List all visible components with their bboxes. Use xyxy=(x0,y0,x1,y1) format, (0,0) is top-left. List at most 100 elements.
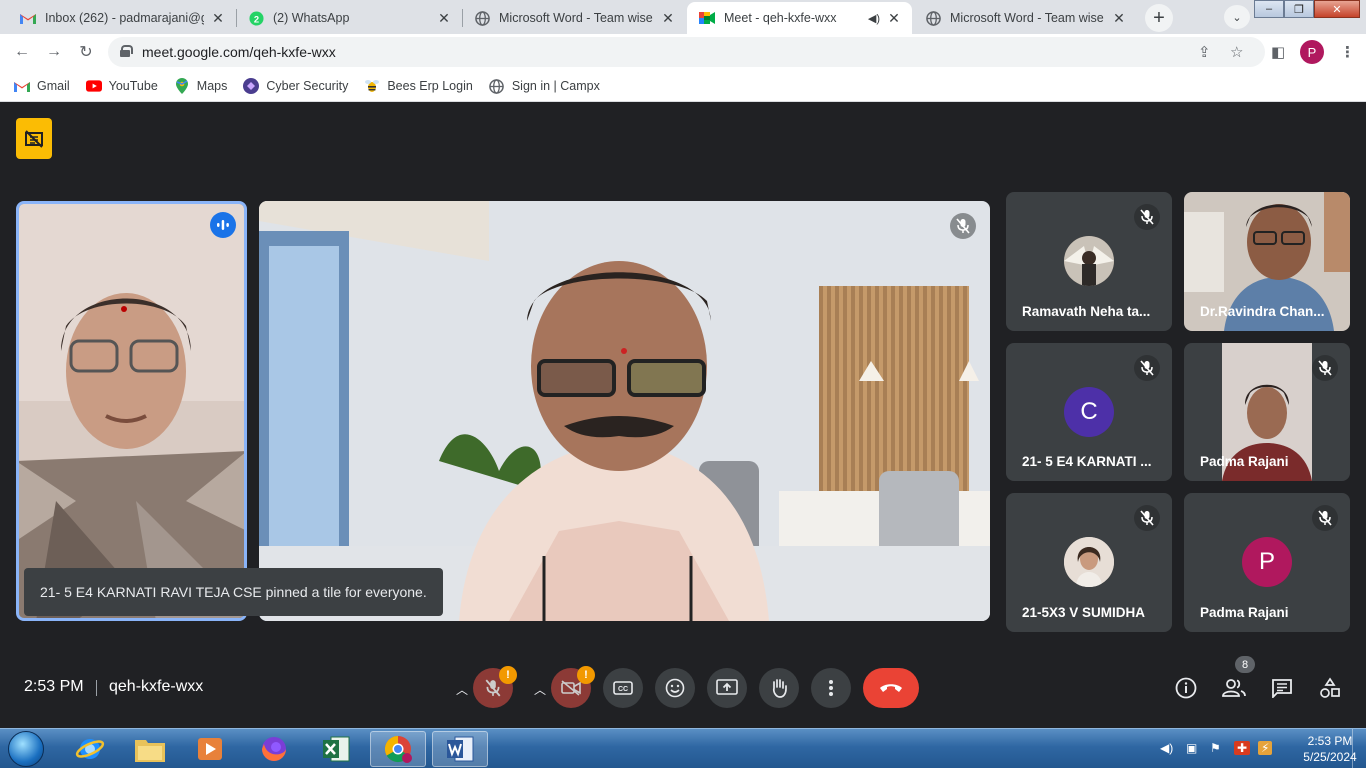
network-icon[interactable]: ▣ xyxy=(1186,741,1197,755)
close-tab-icon[interactable]: ✕ xyxy=(660,10,676,26)
participant-tile-pinned[interactable] xyxy=(259,201,990,621)
tab-search-button[interactable]: ⌄ xyxy=(1224,5,1250,29)
participant-tile-3[interactable]: C 21- 5 E4 KARNATI ... xyxy=(1006,343,1172,481)
raise-hand-button[interactable] xyxy=(759,668,799,708)
tab-title: Microsoft Word - Team wise Pr xyxy=(950,11,1105,25)
taskbar-media-player[interactable] xyxy=(182,731,238,767)
mic-off-icon xyxy=(1312,505,1338,531)
participant-tile-1[interactable]: Ramavath Neha ta... xyxy=(1006,192,1172,331)
show-desktop-button[interactable] xyxy=(1352,729,1366,768)
side-panel-icon[interactable]: ◧ xyxy=(1271,43,1285,61)
app-tray-icon[interactable]: ⚡ xyxy=(1258,741,1273,755)
system-clock[interactable]: 2:53 PM 5/25/2024 xyxy=(1300,733,1360,765)
close-tab-icon[interactable]: ✕ xyxy=(1111,10,1127,26)
participant-video xyxy=(19,204,244,618)
participant-name: Padma Rajani xyxy=(1200,605,1289,620)
tab-whatsapp[interactable]: 2 (2) WhatsApp ✕ xyxy=(236,2,462,34)
chat-icon xyxy=(1272,679,1292,698)
window-controls: – ❐ ✕ xyxy=(1254,0,1360,18)
close-tab-icon[interactable]: ✕ xyxy=(210,10,226,26)
participant-tile-2[interactable]: Dr.Ravindra Chan... xyxy=(1184,192,1350,331)
mic-warning-badge: ! xyxy=(499,666,517,684)
media-player-icon xyxy=(198,738,222,760)
maximize-button[interactable]: ❐ xyxy=(1284,0,1314,18)
bee-icon xyxy=(364,78,380,94)
bookmarks-bar: Gmail YouTube Maps Cyber Security Bees E… xyxy=(0,71,1366,102)
action-center-flag-icon[interactable]: ⚑ xyxy=(1210,741,1221,755)
avatar xyxy=(1064,236,1114,286)
profile-avatar[interactable]: P xyxy=(1300,40,1324,64)
start-button[interactable] xyxy=(4,730,48,768)
browser-menu-icon[interactable]: ⋮ xyxy=(1340,43,1355,61)
taskbar-excel[interactable] xyxy=(308,731,364,767)
mic-off-icon xyxy=(485,679,501,697)
captions-button[interactable]: CC xyxy=(603,668,643,708)
meet-icon xyxy=(699,10,715,26)
present-screen-button[interactable] xyxy=(707,668,747,708)
audio-options-caret-icon[interactable]: ︿ xyxy=(454,679,470,699)
recording-indicator-icon[interactable] xyxy=(16,118,52,159)
bookmark-bees-erp[interactable]: Bees Erp Login xyxy=(364,78,473,94)
tab-word-2[interactable]: Microsoft Word - Team wise Pr ✕ xyxy=(913,2,1137,34)
whatsapp-icon: 2 xyxy=(248,10,264,26)
taskbar-firefox[interactable] xyxy=(246,731,302,767)
close-tab-icon[interactable]: ✕ xyxy=(886,10,902,26)
tab-meet-active[interactable]: Meet - qeh-kxfe-wxx ◀) ✕ xyxy=(687,2,912,34)
more-options-button[interactable] xyxy=(811,668,851,708)
tab-title: (2) WhatsApp xyxy=(273,11,350,25)
chrome-icon xyxy=(384,735,412,763)
taskbar-internet-explorer[interactable] xyxy=(62,731,118,767)
gmail-icon xyxy=(14,78,30,94)
tab-gmail[interactable]: Inbox (262) - padmarajani@gmail.com ✕ xyxy=(8,2,236,34)
taskbar-word[interactable] xyxy=(432,731,488,767)
participant-name: Ramavath Neha ta... xyxy=(1022,304,1151,319)
bookmark-label: Gmail xyxy=(37,79,70,93)
chat-button[interactable] xyxy=(1269,675,1295,701)
bookmark-label: Cyber Security xyxy=(266,79,349,93)
back-button[interactable]: ← xyxy=(12,42,32,62)
people-button[interactable] xyxy=(1221,675,1247,701)
more-vert-icon xyxy=(829,680,833,696)
mic-off-icon xyxy=(1134,204,1160,230)
activities-button[interactable] xyxy=(1317,675,1343,701)
close-tab-icon[interactable]: ✕ xyxy=(436,10,452,26)
participant-name: Dr.Ravindra Chan... xyxy=(1200,304,1325,319)
participant-tile-5[interactable]: 21-5X3 V SUMIDHA xyxy=(1006,493,1172,632)
bookmark-campx[interactable]: Sign in | Campx xyxy=(489,78,600,94)
bookmark-cyber-security[interactable]: Cyber Security xyxy=(243,78,348,94)
meeting-code: qeh-kxfe-wxx xyxy=(109,678,204,695)
volume-icon[interactable]: ◀) xyxy=(1160,741,1173,755)
bookmark-youtube[interactable]: YouTube xyxy=(85,78,158,94)
bookmark-star-icon[interactable]: ☆ xyxy=(1230,43,1243,61)
speaker-icon[interactable]: ◀) xyxy=(868,12,880,25)
meeting-details-button[interactable] xyxy=(1173,675,1199,701)
taskbar-file-explorer[interactable] xyxy=(122,731,178,767)
svg-text:CC: CC xyxy=(618,686,628,693)
close-window-button[interactable]: ✕ xyxy=(1314,0,1360,18)
internet-explorer-icon xyxy=(75,739,105,759)
lock-icon[interactable] xyxy=(120,45,133,57)
meeting-clock: 2:53 PM xyxy=(24,678,84,695)
taskbar-chrome[interactable] xyxy=(370,731,426,767)
avatar: C xyxy=(1064,387,1114,437)
new-tab-button[interactable]: + xyxy=(1145,4,1173,32)
participant-tile-6[interactable]: P Padma Rajani xyxy=(1184,493,1350,632)
bookmark-label: Sign in | Campx xyxy=(511,79,600,93)
reload-button[interactable]: ↻ xyxy=(76,42,96,62)
mic-off-icon xyxy=(1312,355,1338,381)
emoji-reaction-button[interactable] xyxy=(655,668,695,708)
address-bar[interactable]: meet.google.com/qeh-kxfe-wxx ⇪ ☆ xyxy=(108,37,1265,67)
forward-button[interactable]: → xyxy=(44,42,64,62)
participant-tile-4[interactable]: Padma Rajani xyxy=(1184,343,1350,481)
bookmark-gmail[interactable]: Gmail xyxy=(14,78,70,94)
share-icon[interactable]: ⇪ xyxy=(1198,43,1211,61)
camera-warning-badge: ! xyxy=(577,666,595,684)
bookmark-maps[interactable]: Maps xyxy=(174,78,227,94)
participant-tile-speaking[interactable] xyxy=(16,201,247,621)
minimize-button[interactable]: – xyxy=(1254,0,1284,18)
leave-call-button[interactable] xyxy=(863,668,919,708)
tab-title: Meet - qeh-kxfe-wxx xyxy=(724,11,837,25)
video-options-caret-icon[interactable]: ︿ xyxy=(532,679,548,699)
security-tray-icon[interactable]: ✚ xyxy=(1234,741,1251,755)
tab-word-1[interactable]: Microsoft Word - Team wise Pr ✕ xyxy=(462,2,686,34)
